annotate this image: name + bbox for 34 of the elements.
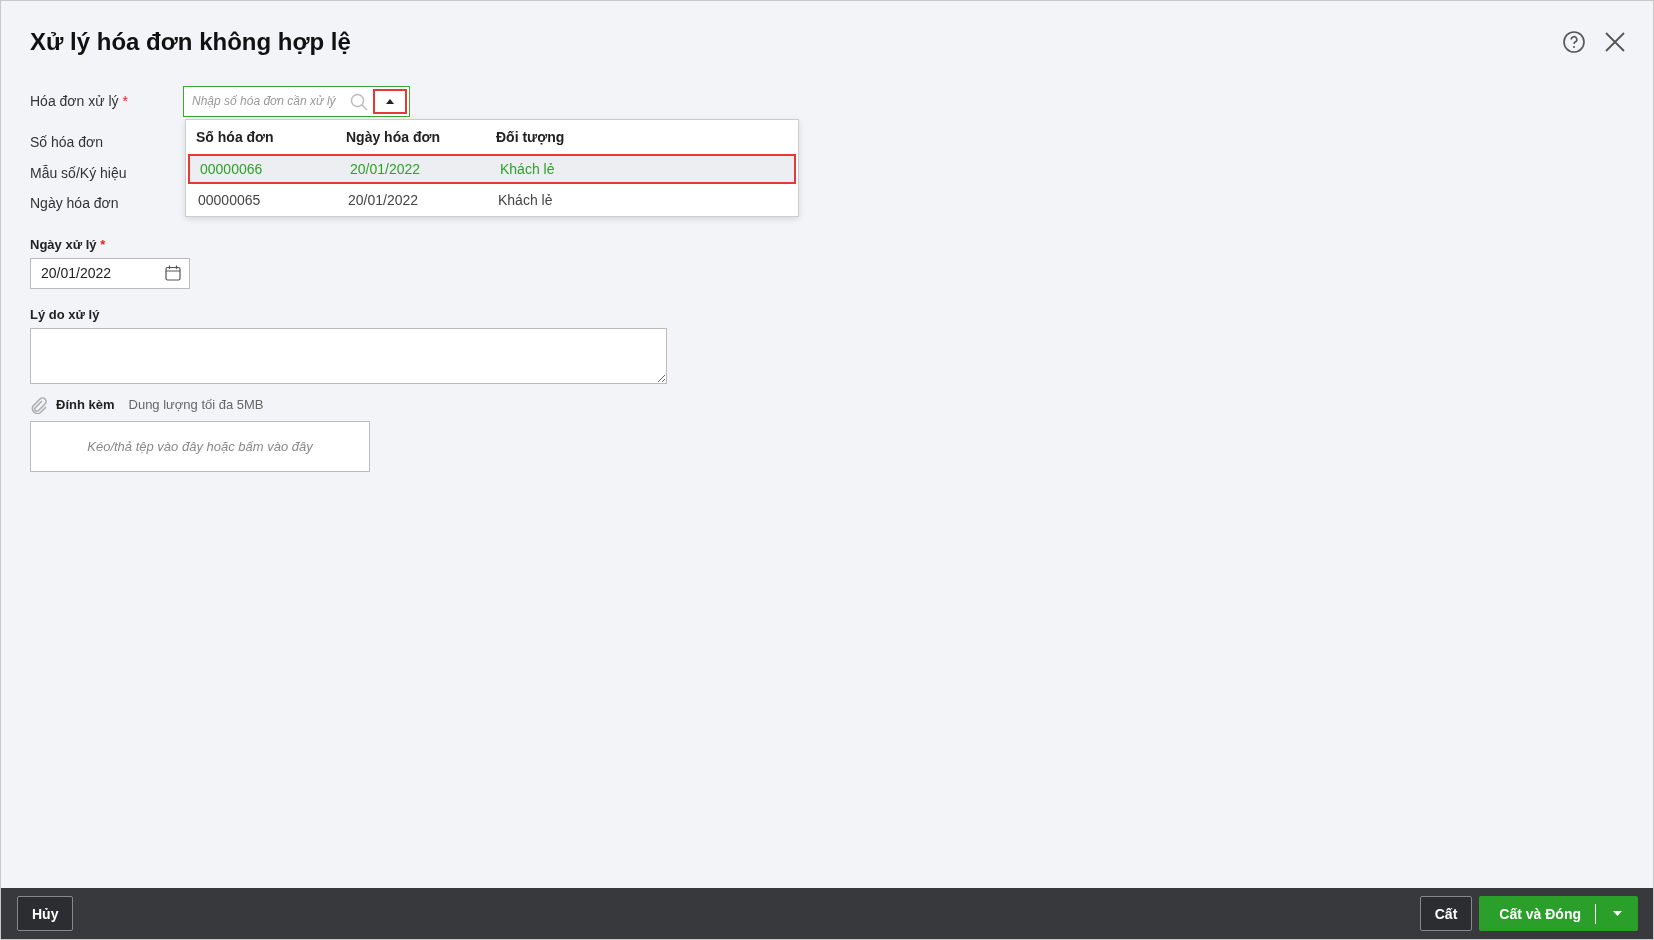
option-cell-text: 00000065 (197, 192, 262, 208)
required-mark: * (100, 236, 106, 252)
dialog-title: Xử lý hóa đơn không hợp lệ (30, 28, 351, 56)
field-label: Mẫu số/Ký hiệu (30, 164, 128, 181)
field-label: Số hóa đơn (30, 134, 104, 151)
file-dropzone[interactable]: Kéo/thả tệp vào đây hoặc bấm vào đây (30, 420, 370, 472)
option-cell-text: Khách lẻ (497, 192, 554, 208)
column-header: Đối tượng (495, 128, 566, 145)
field-label: Ngày hóa đơn (30, 195, 120, 212)
attachment-label: Đính kèm (56, 397, 115, 412)
paperclip-icon[interactable] (30, 395, 48, 414)
option-cell-text: 20/01/2022 (349, 161, 422, 177)
dropdown-toggle-button[interactable] (373, 88, 407, 114)
caret-icon (1612, 911, 1622, 916)
help-icon[interactable] (1562, 30, 1586, 54)
field-label: Hóa đơn xử lý (30, 93, 119, 109)
save-button[interactable]: Cất (1419, 896, 1473, 931)
required-mark: * (122, 93, 128, 109)
column-header: Số hóa đơn (195, 128, 275, 145)
field-label: Lý do xử lý (30, 306, 101, 322)
close-icon[interactable] (1604, 31, 1626, 53)
cancel-button[interactable]: Hủy (17, 896, 74, 931)
reason-field[interactable] (30, 327, 667, 384)
caret-icon (386, 98, 394, 104)
option-cell-text: 20/01/2022 (347, 192, 420, 208)
invoice-option-row[interactable]: 00000065 20/01/2022 Khách lẻ (188, 185, 796, 215)
field-label: Ngày xử lý (30, 236, 97, 252)
column-header: Ngày hóa đơn (345, 128, 441, 145)
option-cell-text: 00000066 (199, 161, 264, 177)
search-icon (350, 92, 368, 111)
date-field[interactable]: 20/01/2022 (30, 257, 190, 289)
calendar-icon[interactable] (165, 265, 181, 281)
attachment-hint: Dung lượng tối đa 5MB (128, 397, 264, 412)
option-cell-text: Khách lẻ (499, 161, 556, 177)
